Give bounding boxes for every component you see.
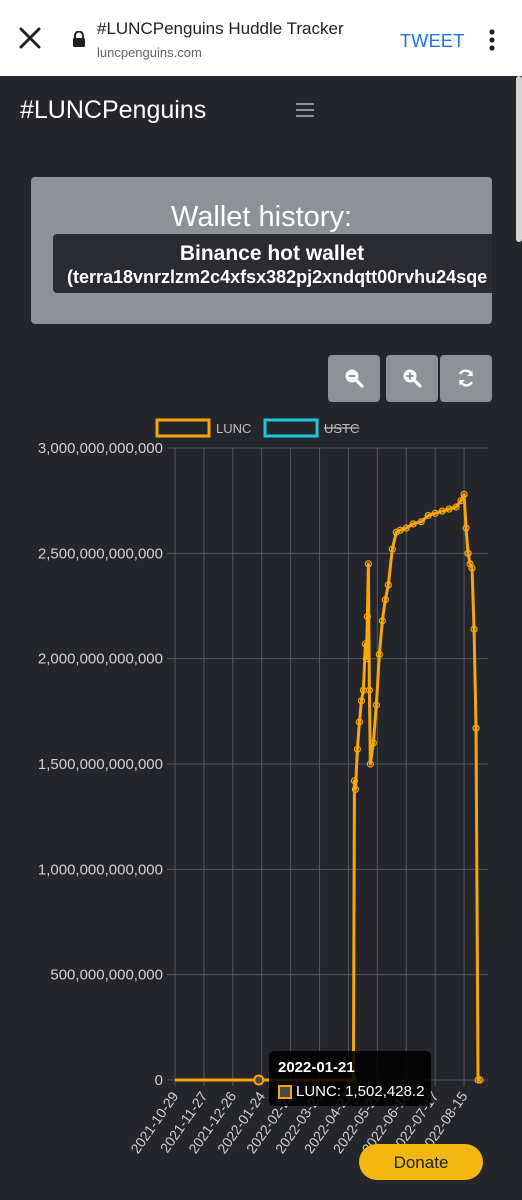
tweet-button[interactable]: TWEET xyxy=(400,31,465,52)
wallet-info-box: Binance hot wallet (terra18vnrzlzm2c4xfs… xyxy=(53,234,492,293)
page-title: #LUNCPenguins Huddle Tracker xyxy=(97,19,344,38)
y-tick-label: 500,000,000,000 xyxy=(50,967,163,984)
zoom-out-button[interactable] xyxy=(328,355,380,402)
chart-tooltip: 2022-01-21 LUNC: 1,502,428.2 xyxy=(269,1051,431,1106)
y-tick-label: 1,500,000,000,000 xyxy=(38,756,163,773)
y-tick-label: 1,000,000,000,000 xyxy=(38,861,163,878)
lock-icon xyxy=(73,31,85,47)
site-brand[interactable]: #LUNCPenguins xyxy=(20,96,206,125)
browser-top-bar: #LUNCPenguins Huddle Tracker luncpenguin… xyxy=(0,0,522,76)
y-tick-label: 3,000,000,000,000 xyxy=(38,440,163,457)
wallet-name: Binance hot wallet xyxy=(179,242,365,265)
scrollbar[interactable] xyxy=(516,76,522,242)
legend-label-lunc: LUNC xyxy=(216,421,251,436)
tooltip-swatch xyxy=(278,1085,292,1099)
series-line-lunc xyxy=(174,492,481,1082)
lunc-wallet-chart[interactable]: LUNC USTC0500,000,000,0001,000,000,000,00… xyxy=(0,405,522,1200)
reset-zoom-button[interactable] xyxy=(440,355,492,402)
legend-swatch-ustc xyxy=(263,418,319,438)
close-icon[interactable] xyxy=(18,26,42,50)
hamburger-icon[interactable] xyxy=(296,102,314,118)
kebab-menu-icon[interactable] xyxy=(486,28,498,52)
zoom-in-button[interactable] xyxy=(386,355,438,402)
page-url[interactable]: luncpenguins.com xyxy=(97,45,202,60)
card-title: Wallet history: xyxy=(170,201,353,233)
hover-point xyxy=(253,1074,265,1086)
donate-button[interactable]: Donate xyxy=(359,1144,483,1180)
tooltip-date: 2022-01-21 xyxy=(278,1059,355,1076)
legend-swatch-lunc xyxy=(155,418,211,438)
zoom-in-icon xyxy=(403,369,422,388)
wallet-card: Wallet history: Binance hot wallet (terr… xyxy=(31,177,492,324)
y-tick-label: 2,500,000,000,000 xyxy=(38,545,163,562)
wallet-address: (terra18vnrzlzm2c4xfsx382pj2xndqtt00rvhu… xyxy=(67,267,488,287)
tooltip-value: LUNC: 1,502,428.2 xyxy=(296,1083,425,1100)
y-tick-label: 2,000,000,000,000 xyxy=(38,651,163,668)
donate-label: Donate xyxy=(393,1153,449,1172)
refresh-icon xyxy=(458,369,474,387)
y-tick-label: 0 xyxy=(155,1072,163,1089)
zoom-out-icon xyxy=(345,369,364,388)
